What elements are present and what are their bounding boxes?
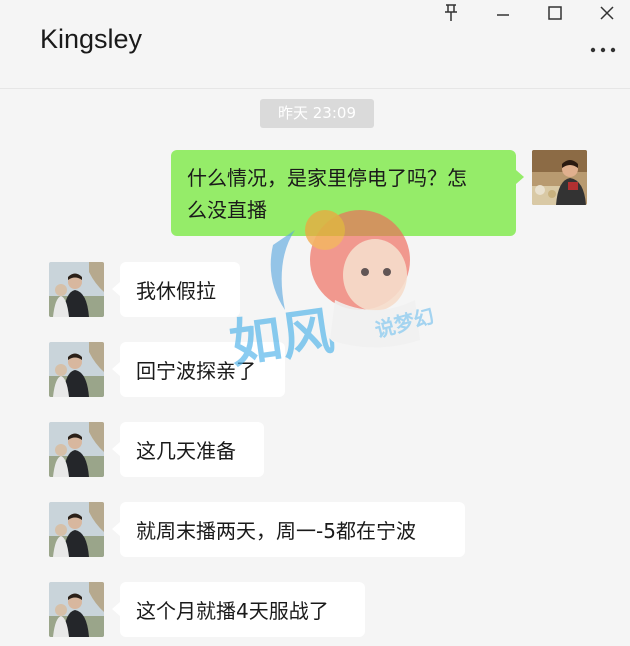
watermark-sub-text: 说梦幻 <box>372 304 436 343</box>
outgoing-message-line: 什么情况，是家里停电了吗？怎 <box>187 166 467 190</box>
more-icon[interactable] <box>588 38 618 62</box>
incoming-message-bubble[interactable]: 就周末播两天，周一-5都在宁波 <box>112 502 465 557</box>
maximize-icon[interactable] <box>540 0 570 26</box>
contact-avatar[interactable] <box>49 262 104 317</box>
title-bar: Kingsley <box>0 0 630 89</box>
incoming-message-text: 我休假拉 <box>136 279 216 303</box>
message-timestamp: 昨天 23:09 <box>260 99 374 128</box>
my-avatar[interactable] <box>532 150 587 205</box>
incoming-message-text: 回宁波探亲了 <box>136 359 256 383</box>
outgoing-message-text: 什么情况，是家里停电了吗？怎 么没直播 <box>187 162 467 226</box>
incoming-message-text: 就周末播两天，周一-5都在宁波 <box>136 519 416 543</box>
contact-avatar[interactable] <box>49 422 104 477</box>
incoming-message-text: 这几天准备 <box>136 439 236 463</box>
incoming-message-bubble[interactable]: 这个月就播4天服战了 <box>112 582 365 637</box>
incoming-message-bubble[interactable]: 回宁波探亲了 <box>112 342 285 397</box>
incoming-message-bubble[interactable]: 这几天准备 <box>112 422 264 477</box>
pin-icon[interactable] <box>436 0 466 26</box>
chat-window: Kingsley 昨天 23:09 什么情况，是家里停电了吗？怎 么没直播 我休… <box>0 0 630 646</box>
contact-avatar[interactable] <box>49 342 104 397</box>
outgoing-message-bubble[interactable]: 什么情况，是家里停电了吗？怎 么没直播 <box>171 150 524 236</box>
close-icon[interactable] <box>592 0 622 26</box>
contact-avatar[interactable] <box>49 582 104 637</box>
outgoing-message-line: 么没直播 <box>187 198 267 222</box>
minimize-icon[interactable] <box>488 0 518 26</box>
contact-avatar[interactable] <box>49 502 104 557</box>
incoming-message-bubble[interactable]: 我休假拉 <box>112 262 240 317</box>
incoming-message-text: 这个月就播4天服战了 <box>136 599 329 623</box>
contact-name: Kingsley <box>40 24 143 54</box>
